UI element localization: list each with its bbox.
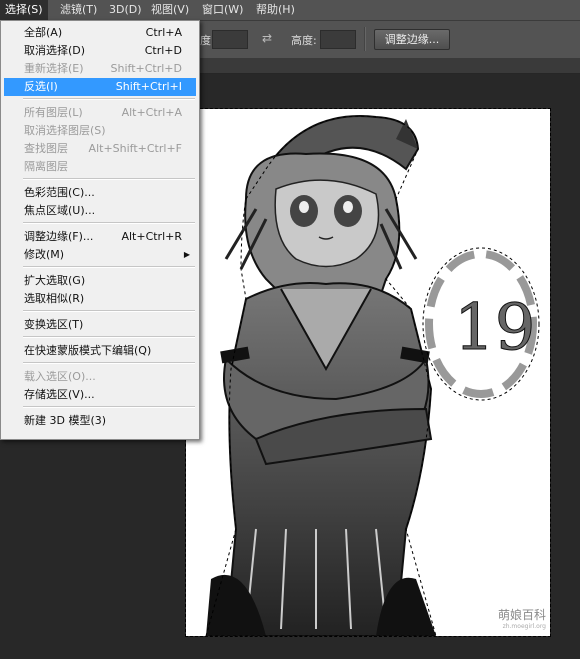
height-field[interactable] <box>320 30 356 49</box>
menu-separator <box>23 362 195 364</box>
artwork-illustration: 19 <box>205 115 540 636</box>
watermark: 萌娘百科 zh.moegirl.org <box>498 609 546 633</box>
menu-item-refine-edge[interactable]: 调整边缘(F)... Alt+Ctrl+R <box>4 228 196 246</box>
width-field[interactable] <box>212 30 248 49</box>
menu-window[interactable]: 窗口(W) <box>202 0 243 20</box>
menu-item-quick-mask[interactable]: 在快速蒙版模式下编辑(Q) <box>4 342 196 360</box>
menu-separator <box>23 98 195 100</box>
doodle-number: 19 <box>454 291 535 365</box>
watermark-url: zh.moegirl.org <box>502 623 546 630</box>
menu-separator <box>23 178 195 180</box>
menu-separator <box>23 310 195 312</box>
menu-3d[interactable]: 3D(D) <box>109 0 142 20</box>
menu-item-save-selection[interactable]: 存储选区(V)... <box>4 386 196 404</box>
menu-item-color-range[interactable]: 色彩范围(C)... <box>4 184 196 202</box>
menu-separator <box>23 266 195 268</box>
menu-item-grow[interactable]: 扩大选取(G) <box>4 272 196 290</box>
menu-item-find-layers[interactable]: 查找图层 Alt+Shift+Ctrl+F <box>4 140 196 158</box>
submenu-arrow-icon: ▶ <box>183 250 190 259</box>
menu-separator <box>23 336 195 338</box>
menu-item-all[interactable]: 全部(A) Ctrl+A <box>4 24 196 42</box>
menu-item-modify[interactable]: 修改(M) ▶ <box>4 246 196 264</box>
refine-edge-button[interactable]: 调整边缘... <box>374 29 450 50</box>
menu-separator <box>23 222 195 224</box>
menu-item-focus-area[interactable]: 焦点区域(U)... <box>4 202 196 220</box>
select-menu-dropdown: 全部(A) Ctrl+A 取消选择(D) Ctrl+D 重新选择(E) Shift+C… <box>0 20 200 440</box>
document-canvas[interactable]: 19 萌娘百科 zh.moegirl.org <box>186 109 550 636</box>
menu-bar: 选择(S) 滤镜(T) 3D(D) 视图(V) 窗口(W) 帮助(H) <box>0 0 580 21</box>
options-separator <box>364 27 366 51</box>
menu-filter[interactable]: 滤镜(T) <box>60 0 97 20</box>
menu-item-deselect[interactable]: 取消选择(D) Ctrl+D <box>4 42 196 60</box>
menu-separator <box>23 406 195 408</box>
menu-item-load-selection[interactable]: 载入选区(O)... <box>4 368 196 386</box>
menu-view[interactable]: 视图(V) <box>151 0 189 20</box>
watermark-text: 萌娘百科 <box>497 608 546 622</box>
menu-item-deselect-layers[interactable]: 取消选择图层(S) <box>4 122 196 140</box>
menu-item-transform-selection[interactable]: 变换选区(T) <box>4 316 196 334</box>
swap-icon[interactable]: ⇄ <box>262 31 272 45</box>
menu-item-all-layers[interactable]: 所有图层(L) Alt+Ctrl+A <box>4 104 196 122</box>
height-label: 高度: <box>291 34 317 47</box>
menu-select[interactable]: 选择(S) <box>0 0 48 20</box>
menu-item-inverse[interactable]: 反选(I) Shift+Ctrl+I <box>4 78 196 96</box>
menu-item-isolate-layers[interactable]: 隔离图层 <box>4 158 196 176</box>
menu-item-similar[interactable]: 选取相似(R) <box>4 290 196 308</box>
menu-item-reselect[interactable]: 重新选择(E) Shift+Ctrl+D <box>4 60 196 78</box>
menu-help[interactable]: 帮助(H) <box>256 0 295 20</box>
menu-item-new-3d-model[interactable]: 新建 3D 模型(3) <box>4 412 196 430</box>
